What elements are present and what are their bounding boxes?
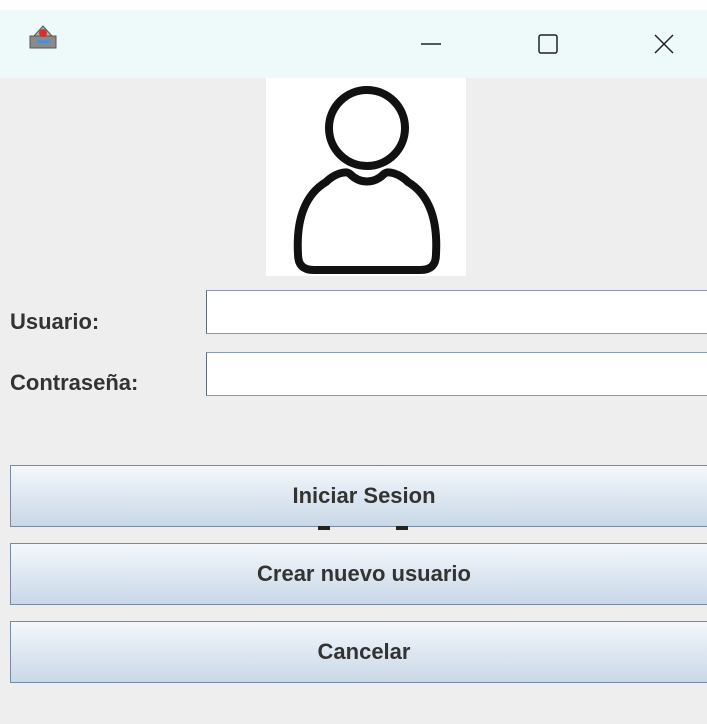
- close-button[interactable]: [629, 10, 699, 78]
- user-avatar: [266, 78, 466, 276]
- maximize-button[interactable]: [513, 10, 583, 78]
- login-panel: Usuario: Contraseña: Iniciar Sesion Crea…: [0, 78, 707, 724]
- divider-marks: [318, 526, 408, 530]
- create-user-button[interactable]: Crear nuevo usuario: [10, 543, 707, 605]
- minimize-icon: [421, 43, 441, 45]
- java-app-icon[interactable]: [28, 22, 58, 52]
- close-icon: [654, 34, 674, 54]
- password-label: Contraseña:: [10, 370, 139, 395]
- username-input[interactable]: [206, 290, 707, 334]
- user-icon: [293, 86, 441, 274]
- maximize-icon: [538, 34, 558, 54]
- password-input[interactable]: [206, 352, 707, 396]
- minimize-button[interactable]: [396, 10, 466, 78]
- title-bar: [0, 0, 707, 78]
- username-label: Usuario:: [10, 309, 100, 334]
- cancel-button[interactable]: Cancelar: [10, 621, 707, 683]
- login-button[interactable]: Iniciar Sesion: [10, 465, 707, 527]
